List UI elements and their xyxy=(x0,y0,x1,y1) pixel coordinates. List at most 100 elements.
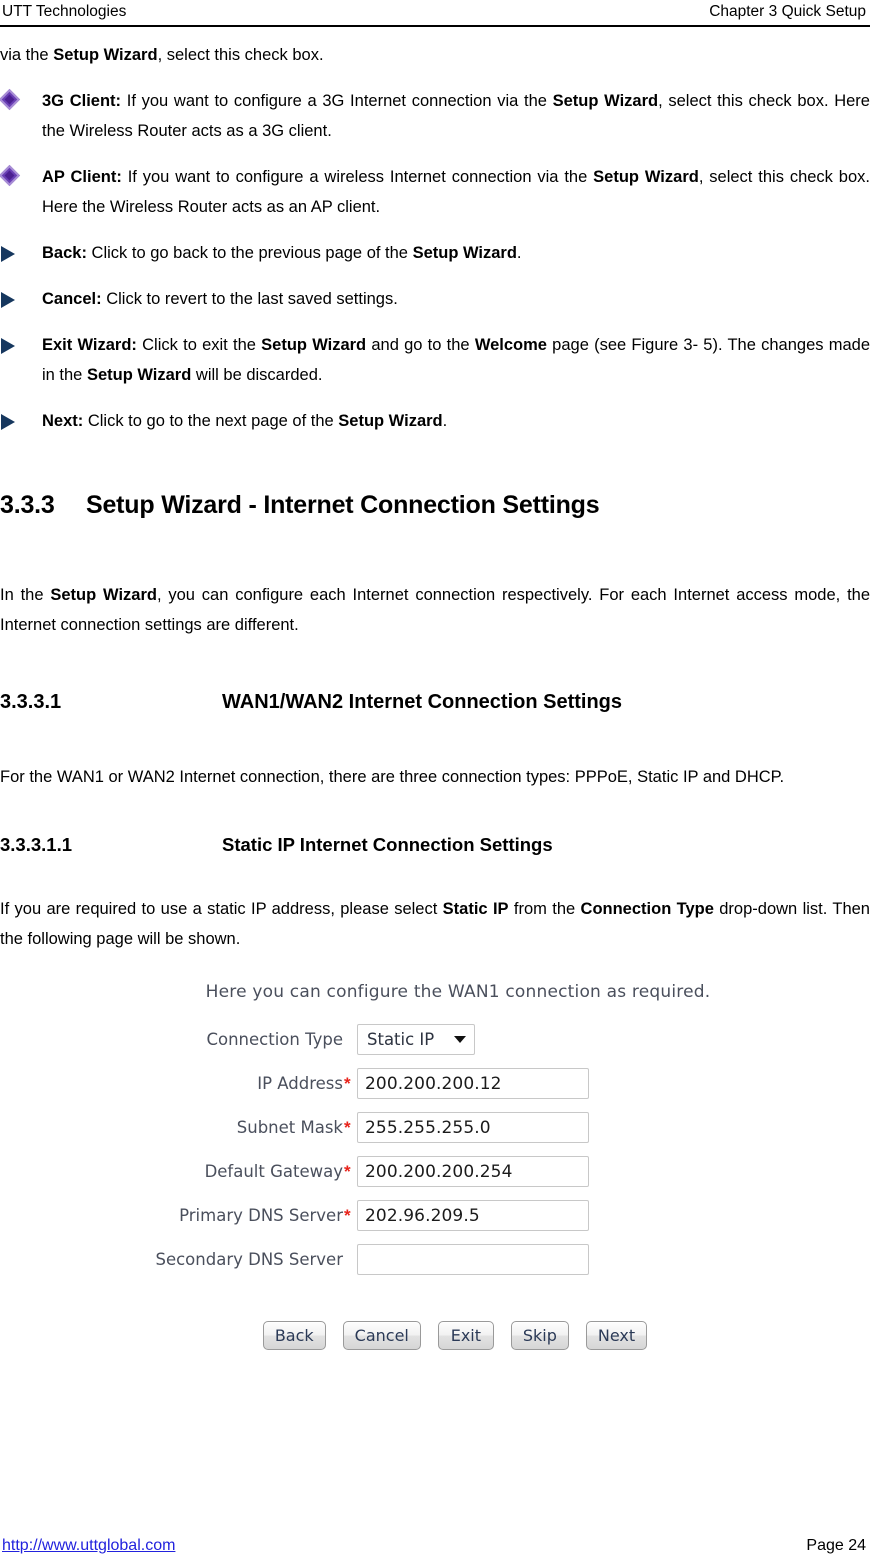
heading-3-3-3-title: Setup Wizard - Internet Connection Setti… xyxy=(86,491,600,519)
input-value: 200.200.200.254 xyxy=(365,1161,513,1182)
back-button[interactable]: Back xyxy=(262,1321,326,1350)
primary-dns-server-input[interactable]: 202.96.209.5 xyxy=(357,1200,589,1231)
arrow-shape xyxy=(1,338,15,354)
footer-website-link[interactable]: http://www.uttglobal.com xyxy=(2,1537,175,1555)
bullet-term: 3G Client: xyxy=(42,92,122,110)
heading-3-3-3-1-1-title: Static IP Internet Connection Settings xyxy=(222,834,553,855)
text-run: Click to exit the xyxy=(136,336,262,354)
bold-text-run: Static IP xyxy=(442,900,509,918)
input-value: 255.255.255.0 xyxy=(365,1117,491,1138)
bullet-text: Back: Click to go back to the previous p… xyxy=(42,238,870,268)
paragraph-3-3-3: In the Setup Wizard, you can configure e… xyxy=(0,580,870,640)
header-company-name: UTT Technologies xyxy=(2,3,127,20)
blue-arrow-icon xyxy=(0,411,24,433)
next-button[interactable]: Next xyxy=(585,1321,648,1350)
subnet-mask-input[interactable]: 255.255.255.0 xyxy=(357,1112,589,1143)
bullet-term: Next: xyxy=(42,412,84,430)
footer-page-number: Page 24 xyxy=(806,1537,866,1554)
wan1-settings-form: Connection Type Static IP IP Address * 200.2… xyxy=(153,1024,745,1275)
document-footer: http://www.uttglobal.com Page 24 xyxy=(0,1537,870,1555)
bullet-term: Back: xyxy=(42,244,87,262)
field-label: Default Gateway xyxy=(204,1162,343,1181)
select-value: Static IP xyxy=(367,1030,435,1049)
field-label: Subnet Mask xyxy=(236,1118,343,1137)
required-asterisk: * xyxy=(344,1206,351,1225)
bold-text-run: Setup Wizard xyxy=(338,412,443,430)
bold-text-run: Welcome xyxy=(474,336,547,354)
bullet-term: Exit Wizard: xyxy=(42,336,137,354)
arrow-shape xyxy=(1,246,15,262)
required-asterisk: * xyxy=(344,1162,351,1181)
wizard-button-row: Back Cancel Exit Skip Next xyxy=(125,1321,745,1350)
text-run: In the xyxy=(0,586,51,604)
bullet-term: AP Client: xyxy=(42,168,122,186)
bold-text-run: Setup Wizard xyxy=(86,366,192,384)
bullet-item: Next: Click to go to the next page of th… xyxy=(1,406,870,436)
header-divider-rule xyxy=(0,25,870,27)
bullet-item: Cancel: Click to revert to the last save… xyxy=(1,284,870,314)
bullet-text: Exit Wizard: Click to exit the Setup Wiz… xyxy=(42,330,870,390)
purple-diamond-icon xyxy=(0,164,24,189)
wizard-caption: Here you can configure the WAN1 connecti… xyxy=(205,982,711,1002)
bullet-item: Back: Click to go back to the previous p… xyxy=(1,238,870,268)
field-label: Primary DNS Server xyxy=(179,1206,343,1225)
blue-arrow-icon xyxy=(0,243,24,265)
text-run: . xyxy=(442,412,448,430)
bullet-item: Exit Wizard: Click to exit the Setup Wiz… xyxy=(1,330,870,390)
text-run: Click to go to the next page of the xyxy=(83,412,339,430)
text-run: For the WAN1 or WAN2 Internet connection… xyxy=(0,768,785,786)
skip-button[interactable]: Skip xyxy=(510,1321,569,1350)
bullet-term: Cancel: xyxy=(42,290,102,308)
heading-3-3-3-1-1: 3.3.3.1.1 Static IP Internet Connection S… xyxy=(0,832,870,858)
text-run: from the xyxy=(508,900,581,918)
bullet-item: 3G Client: If you want to configure a 3G… xyxy=(0,86,870,146)
ip-address-input[interactable]: 200.200.200.12 xyxy=(357,1068,589,1099)
bullet-text: 3G Client: If you want to configure a 3G… xyxy=(42,86,870,146)
default-gateway-input[interactable]: 200.200.200.254 xyxy=(357,1156,589,1187)
heading-3-3-3-1: 3.3.3.1 WAN1/WAN2 Internet Connection Set… xyxy=(0,688,870,716)
bullet-item: AP Client: If you want to configure a wi… xyxy=(0,162,870,222)
cancel-button[interactable]: Cancel xyxy=(342,1321,421,1350)
bold-text-run: Setup Wizard xyxy=(261,336,367,354)
text-run: will be discarded. xyxy=(191,366,323,384)
text-run: If you are required to use a static IP a… xyxy=(0,900,443,918)
bullet-text: Next: Click to go to the next page of th… xyxy=(42,406,870,436)
input-value: 200.200.200.12 xyxy=(365,1073,502,1094)
bullet-list: 3G Client: If you want to configure a 3G… xyxy=(0,86,870,436)
diamond-shape xyxy=(0,88,21,111)
text-run: Click to revert to the last saved settin… xyxy=(101,290,398,308)
header-chapter-name: Chapter 3 Quick Setup xyxy=(709,3,866,20)
intro-continuation-paragraph: via the Setup Wizard, select this check … xyxy=(0,40,870,70)
paragraph-3-3-3-1: For the WAN1 or WAN2 Internet connection… xyxy=(0,762,870,792)
document-body: via the Setup Wizard, select this check … xyxy=(0,40,870,1350)
secondary-dns-server-input[interactable] xyxy=(357,1244,589,1275)
bold-text-run: Setup Wizard xyxy=(593,168,699,186)
text-run: If you want to configure a wireless Inte… xyxy=(121,168,594,186)
bold-text-run: Connection Type xyxy=(580,900,714,918)
bold-text-run: Setup Wizard xyxy=(412,244,517,262)
purple-diamond-icon xyxy=(0,88,24,113)
input-value: 202.96.209.5 xyxy=(365,1205,480,1226)
heading-3-3-3-1-title: WAN1/WAN2 Internet Connection Settings xyxy=(222,691,623,713)
required-asterisk: * xyxy=(344,1074,351,1093)
connection-type-select[interactable]: Static IP xyxy=(357,1024,475,1055)
heading-3-3-3-1-number: 3.3.3.1 xyxy=(0,691,62,713)
heading-3-3-3-1-1-number: 3.3.3.1.1 xyxy=(0,834,73,855)
bold-text-run: Setup Wizard xyxy=(50,586,157,604)
field-label: Secondary DNS Server xyxy=(155,1250,343,1269)
diamond-shape xyxy=(0,164,21,187)
wizard-panel: Here you can configure the WAN1 connecti… xyxy=(125,982,745,1350)
bullet-text: AP Client: If you want to configure a wi… xyxy=(42,162,870,222)
blue-arrow-icon xyxy=(0,289,24,311)
arrow-shape xyxy=(1,292,15,308)
text-run: If you want to configure a 3G Internet c… xyxy=(121,92,553,110)
blue-arrow-icon xyxy=(0,335,24,357)
heading-3-3-3: 3.3.3 Setup Wizard - Internet Connection … xyxy=(0,488,870,522)
chevron-down-icon xyxy=(454,1036,466,1043)
bullet-text: Cancel: Click to revert to the last save… xyxy=(42,284,870,314)
field-label: IP Address xyxy=(257,1074,343,1093)
intro-tail-text: , select this check box. xyxy=(157,46,324,64)
document-page: UTT Technologies Chapter 3 Quick Setup v… xyxy=(0,0,870,1559)
exit-button[interactable]: Exit xyxy=(437,1321,494,1350)
text-run: Click to go back to the previous page of… xyxy=(86,244,413,262)
